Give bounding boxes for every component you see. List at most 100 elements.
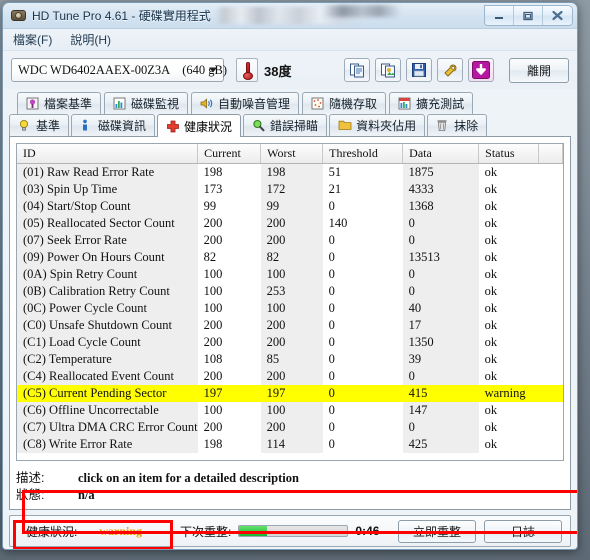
error-scan-magnifier-icon [252,119,265,132]
row-cell-spacer [538,367,563,385]
settings-icon[interactable] [437,58,463,82]
row-cell-data: 39 [402,350,479,368]
close-icon[interactable] [543,6,572,25]
table-row[interactable]: (01) Raw Read Error Rate 198 198 51 1875 ok [17,163,563,181]
tab-label: 擴充測試 [416,97,465,111]
column-header-spacer [538,144,563,164]
column-header-id[interactable]: ID [17,144,199,164]
save-icon[interactable] [406,58,432,82]
table-row[interactable]: (05) Reallocated Sector Count 200 200 140 0 o… [17,214,563,232]
row-cell-current: 100 [197,401,261,419]
row-cell-id: (03) Spin Up Time [17,180,198,198]
tab-erase[interactable]: 抹除 [427,114,488,136]
row-cell-data: 1350 [402,333,479,351]
table-row[interactable]: (C4) Reallocated Event Count 200 200 0 0 ok [17,367,563,385]
menu-help[interactable]: 說明(H) [70,31,111,48]
row-cell-id: (C0) Unsafe Shutdown Count [17,316,198,334]
file-benchmark-icon [26,97,39,110]
refresh-countdown: 0:46 [355,524,380,538]
row-cell-spacer [538,163,563,181]
refresh-progress-fill [239,526,268,536]
table-body: (01) Raw Read Error Rate 198 198 51 1875 ok (0… [17,163,563,453]
table-row[interactable]: (03) Spin Up Time 173 172 21 4333 ok [17,180,563,198]
drive-capacity-label: (640 gB) [182,62,227,77]
download-icon[interactable] [468,58,494,82]
table-row[interactable]: (0A) Spin Retry Count 100 100 0 0 ok [17,265,563,283]
tab-extra-tests[interactable]: 擴充測試 [389,92,474,114]
row-cell-current: 200 [197,367,261,385]
row-cell-id: (0B) Calibration Retry Count [17,282,198,300]
row-cell-status: ok [478,282,539,300]
tab-error-scan[interactable]: 錯誤掃瞄 [243,114,328,136]
tab-benchmark[interactable]: 基準 [9,114,70,136]
row-cell-current: 99 [197,197,261,215]
row-cell-data: 13513 [402,248,479,266]
row-cell-spacer [538,231,563,249]
row-cell-worst: 200 [260,316,323,334]
aam-speaker-icon [200,97,213,110]
tab-label: 錯誤掃瞄 [270,119,319,133]
table-row[interactable]: (0C) Power Cycle Count 100 100 0 40 ok [17,299,563,317]
copy-image-icon[interactable] [375,58,401,82]
row-cell-spacer [538,418,563,436]
table-row[interactable]: (C0) Unsafe Shutdown Count 200 200 0 17 ok [17,316,563,334]
table-row[interactable]: (0B) Calibration Retry Count 100 253 0 0 ok [17,282,563,300]
column-header-data[interactable]: Data [402,144,480,164]
row-cell-id: (C8) Write Error Rate [17,435,198,453]
table-row[interactable]: (C7) Ultra DMA CRC Error Count 200 200 0 0 ok [17,418,563,436]
row-cell-status: ok [478,316,539,334]
table-row[interactable]: (09) Power On Hours Count 82 82 0 13513 ok [17,248,563,266]
tab-disk-monitor[interactable]: 磁碟監視 [104,92,189,114]
smart-attributes-table[interactable]: ID Current Worst Threshold Data Status (… [16,143,564,461]
tab-folder-usage[interactable]: 資料夾佔用 [329,114,426,136]
drive-select-dropdown[interactable]: WDC WD6402AAEX-00Z3A (640 gB) [11,58,227,82]
row-cell-id: (05) Reallocated Sector Count [17,214,198,232]
row-cell-data: 0 [402,265,479,283]
row-cell-threshold: 0 [322,401,403,419]
table-row[interactable]: (C1) Load Cycle Count 200 200 0 1350 ok [17,333,563,351]
table-row[interactable]: (04) Start/Stop Count 99 99 0 1368 ok [17,197,563,215]
maximize-icon[interactable] [514,6,543,25]
refresh-now-button[interactable]: 立即重整 [398,519,476,543]
copy-icon[interactable] [344,58,370,82]
column-header-threshold[interactable]: Threshold [322,144,404,164]
column-header-current[interactable]: Current [197,144,262,164]
tab-aam[interactable]: 自動噪音管理 [191,92,300,114]
column-header-status[interactable]: Status [478,144,540,164]
toolbar: WDC WD6402AAEX-00Z3A (640 gB) 38度 離開 [3,51,577,89]
table-row[interactable]: (C8) Write Error Rate 198 114 0 425 ok [17,435,563,453]
row-cell-data: 0 [402,418,479,436]
harddisk-icon [11,8,26,23]
table-row[interactable]: (C6) Offline Uncorrectable 100 100 0 147 ok [17,401,563,419]
table-row[interactable]: (C2) Temperature 108 85 0 39 ok [17,350,563,368]
row-cell-worst: 200 [260,367,323,385]
table-row[interactable]: (C5) Current Pending Sector 197 197 0 415 war… [17,384,563,402]
tab-disk-info[interactable]: 磁碟資訊 [71,114,156,136]
row-cell-status: ok [478,333,539,351]
state-label: 狀態: [16,488,45,502]
row-cell-worst: 200 [260,333,323,351]
row-cell-threshold: 140 [322,214,403,232]
row-cell-worst: 197 [260,384,323,402]
tab-row-2: 基準 磁碟資訊 健康狀況 錯誤掃瞄 資料夾佔用 抹除 [9,114,571,137]
tab-file-benchmark[interactable]: 檔案基準 [17,92,102,114]
row-cell-threshold: 0 [322,367,403,385]
tab-health[interactable]: 健康狀況 [157,114,242,137]
row-cell-threshold: 0 [322,316,403,334]
row-cell-worst: 200 [260,214,323,232]
row-cell-worst: 100 [260,265,323,283]
menu-file[interactable]: 檔案(F) [13,31,52,48]
row-cell-data: 1368 [402,197,479,215]
smart-table: ID Current Worst Threshold Data Status (… [17,144,563,453]
row-cell-current: 197 [197,384,261,402]
column-header-worst[interactable]: Worst [260,144,324,164]
tab-random-access[interactable]: 隨機存取 [302,92,387,114]
row-cell-spacer [538,333,563,351]
exit-button[interactable]: 離開 [509,57,569,83]
chevron-down-icon[interactable] [209,67,217,73]
row-cell-spacer [538,248,563,266]
table-row[interactable]: (07) Seek Error Rate 200 200 0 0 ok [17,231,563,249]
row-cell-id: (C4) Reallocated Event Count [17,367,198,385]
minimize-icon[interactable] [485,6,514,25]
log-button[interactable]: 日誌 [484,519,562,543]
